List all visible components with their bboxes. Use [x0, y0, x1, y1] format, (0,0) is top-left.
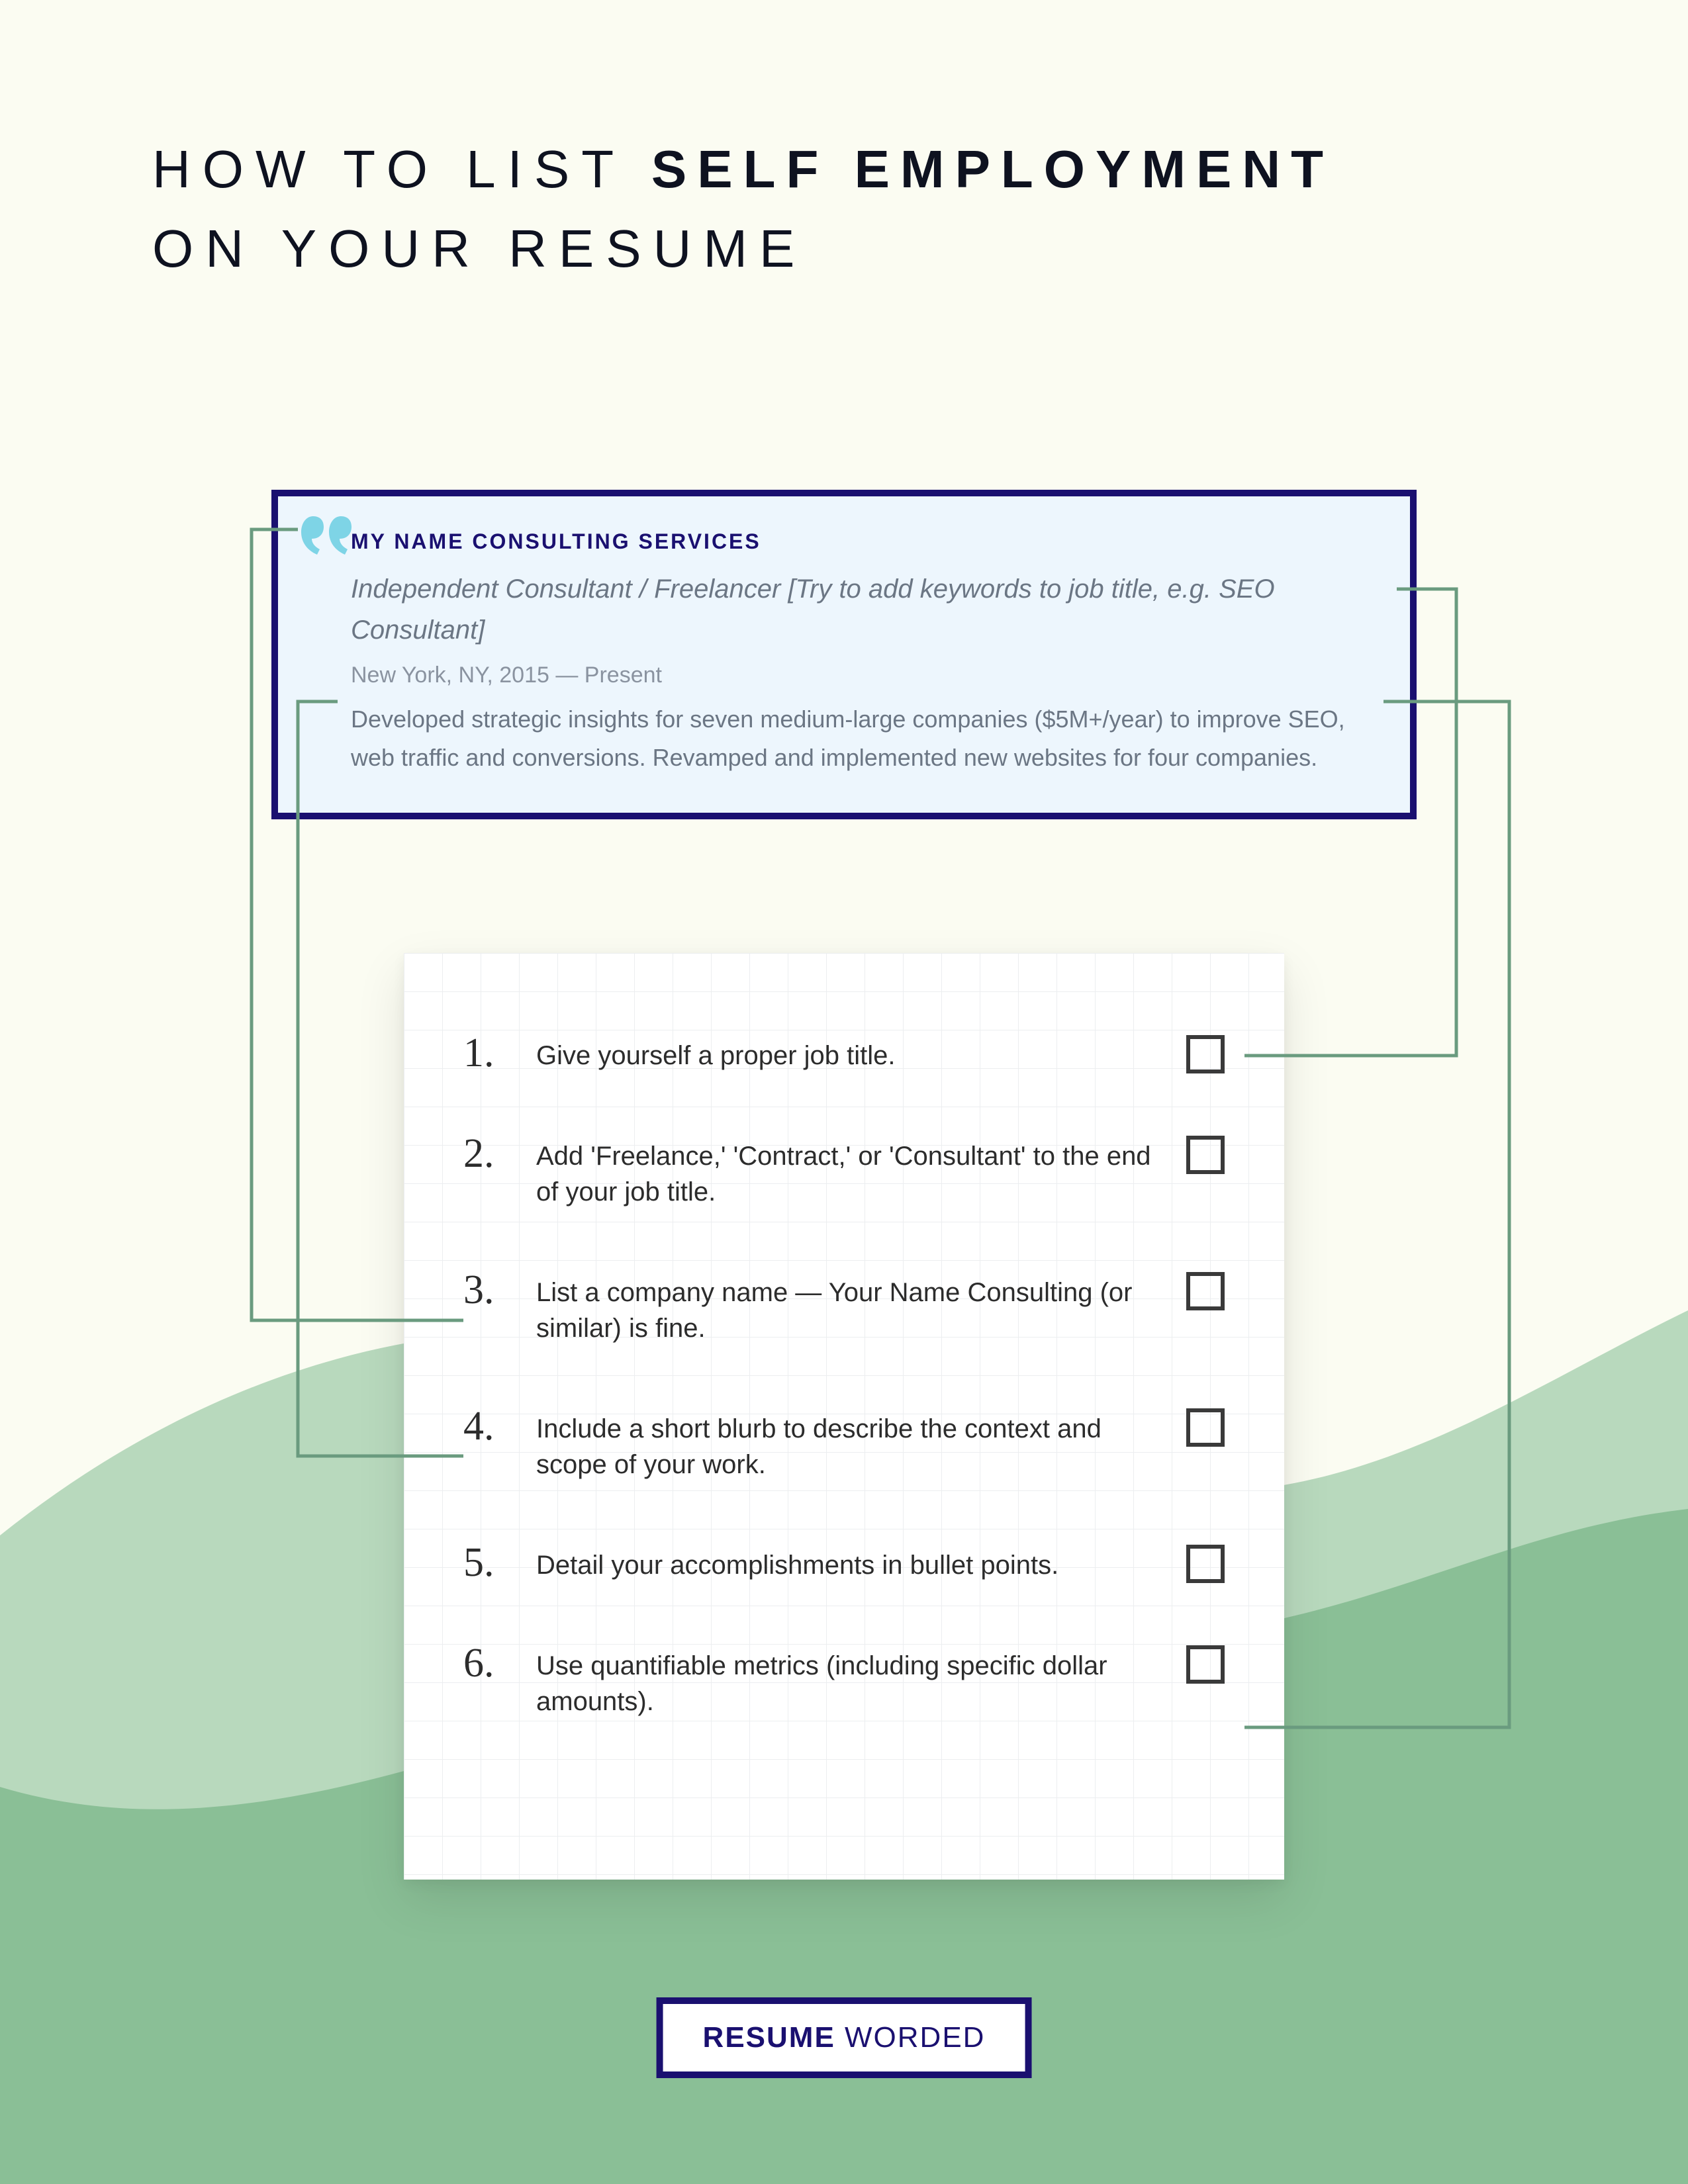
- title-pre: How to list: [152, 140, 651, 199]
- logo-part1: RESUME: [703, 2021, 835, 2054]
- page: How to list Self Employment on your resu…: [0, 0, 1688, 2184]
- checklist-text: Add 'Freelance,' 'Contract,' or 'Consult…: [536, 1133, 1225, 1210]
- checklist-item-3: 3. List a company name — Your Name Consu…: [463, 1269, 1225, 1346]
- checklist-item-1: 1. Give yourself a proper job title.: [463, 1032, 1225, 1073]
- sample-meta: New York, NY, 2015 — Present: [351, 662, 1364, 688]
- page-title: How to list Self Employment on your resu…: [152, 139, 1334, 279]
- checklist-item-6: 6. Use quantifiable metrics (including s…: [463, 1643, 1225, 1719]
- checkbox-icon: [1186, 1645, 1225, 1684]
- sample-company-name: MY NAME CONSULTING SERVICES: [351, 529, 1364, 554]
- sample-job-title: Independent Consultant / Freelancer [Try…: [351, 569, 1364, 651]
- checklist-item-2: 2. Add 'Freelance,' 'Contract,' or 'Cons…: [463, 1133, 1225, 1210]
- checklist-number: 5.: [463, 1542, 536, 1583]
- quote-icon: [301, 516, 354, 556]
- checklist-text: Use quantifiable metrics (including spec…: [536, 1643, 1225, 1719]
- checkbox-icon: [1186, 1408, 1225, 1447]
- checklist-text: Give yourself a proper job title.: [536, 1032, 1225, 1073]
- checkbox-icon: [1186, 1272, 1225, 1310]
- checklist-number: 4.: [463, 1406, 536, 1447]
- title-line-1: How to list Self Employment: [152, 139, 1334, 200]
- checklist-card: 1. Give yourself a proper job title. 2. …: [404, 953, 1284, 1880]
- sample-description: Developed strategic insights for seven m…: [351, 700, 1364, 776]
- logo-text: RESUME WORDED: [703, 2021, 986, 2054]
- checklist-number: 1.: [463, 1032, 536, 1073]
- checklist-number: 6.: [463, 1643, 536, 1684]
- checklist-text: Include a short blurb to describe the co…: [536, 1406, 1225, 1482]
- checklist-item-5: 5. Detail your accomplishments in bullet…: [463, 1542, 1225, 1583]
- checkbox-icon: [1186, 1545, 1225, 1583]
- checkbox-icon: [1186, 1035, 1225, 1073]
- checklist-text: List a company name — Your Name Consulti…: [536, 1269, 1225, 1346]
- sample-resume-card: MY NAME CONSULTING SERVICES Independent …: [271, 490, 1417, 819]
- checklist-number: 2.: [463, 1133, 536, 1174]
- brand-logo: RESUME WORDED: [657, 1997, 1032, 2078]
- checklist-text: Detail your accomplishments in bullet po…: [536, 1542, 1225, 1583]
- checkbox-icon: [1186, 1136, 1225, 1174]
- checklist-number: 3.: [463, 1269, 536, 1310]
- title-line-2: on your resume: [152, 218, 1334, 279]
- logo-part2: WORDED: [835, 2021, 986, 2054]
- checklist-item-4: 4. Include a short blurb to describe the…: [463, 1406, 1225, 1482]
- title-bold: Self Employment: [651, 140, 1334, 199]
